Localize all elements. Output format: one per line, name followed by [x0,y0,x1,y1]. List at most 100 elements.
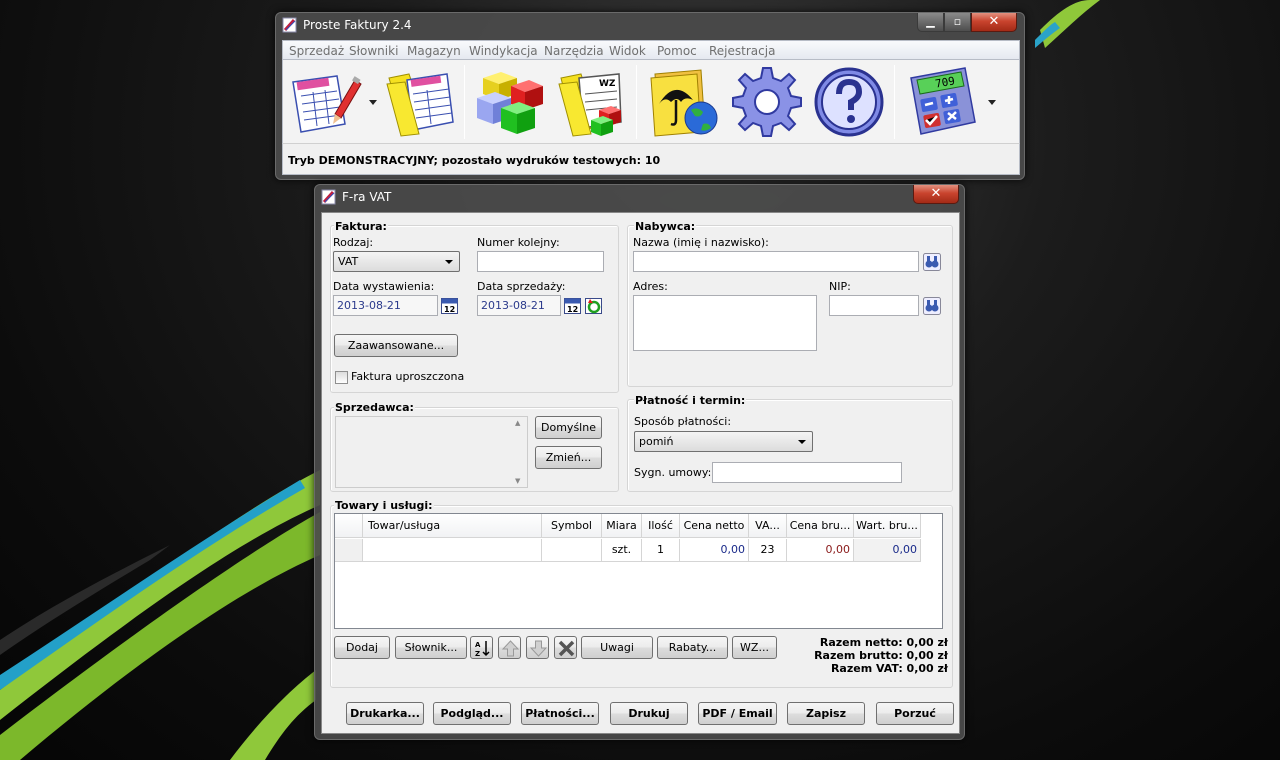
rabaty-button[interactable]: Rabaty... [657,636,728,659]
dialog-titlebar[interactable]: F-ra VAT ✕ [315,185,964,210]
scrollbar[interactable]: ▲ ▼ [511,417,527,487]
move-down-button[interactable] [526,636,549,659]
sort-button[interactable]: AZ [470,636,493,659]
help-button[interactable] [811,64,887,140]
pdf-email-button[interactable]: PDF / Email [698,702,777,725]
data-wystawienia-input[interactable]: 2013-08-21 [333,295,438,316]
data-sprzedazy-label: Data sprzedaży: [477,280,566,293]
advanced-button[interactable]: Zaawansowane... [334,334,458,357]
menu-windykacja[interactable]: Windykacja [469,44,538,58]
close-button[interactable]: ✕ [971,13,1017,32]
row-header[interactable] [335,539,363,562]
warehouse-documents-button[interactable]: WZ [553,64,629,140]
calendar-button[interactable]: 12 [564,297,581,314]
faktura-group-label: Faktura: [334,220,388,233]
sposob-platnosci-value: pomiń [639,435,674,448]
slownik-button[interactable]: Słownik... [395,636,467,659]
settings-button[interactable] [729,64,805,140]
menu-sprzedaz[interactable]: Sprzedaż [289,44,344,58]
zapisz-button[interactable]: Zapisz [787,702,865,725]
minimize-button[interactable]: ▁ [917,13,944,32]
drukarka-button[interactable]: Drukarka... [346,702,424,725]
wz-button[interactable]: WZ... [732,636,777,659]
data-sprzedazy-input[interactable]: 2013-08-21 [477,295,561,316]
col-header-cena-brutto[interactable]: Cena bru... [787,514,854,538]
nazwa-label: Nazwa (imię i nazwisko): [633,236,769,249]
demo-mode-status: Tryb DEMONSTRACYJNY; pozostało wydruków … [288,154,661,167]
scroll-down-icon: ▼ [515,477,521,485]
menu-narzedzia[interactable]: Narzędzia [544,44,604,58]
calendar-icon: 12 [564,298,581,314]
chevron-down-icon [798,440,806,444]
copy-date-button[interactable] [585,297,602,314]
invoices-list-button[interactable] [383,64,459,140]
sygn-umowy-input[interactable] [712,462,902,483]
menu-pomoc[interactable]: Pomoc [657,44,697,58]
cell-ilosc[interactable]: 1 [642,539,680,562]
uwagi-button[interactable]: Uwagi [581,636,653,659]
move-up-button[interactable] [498,636,521,659]
nip-input[interactable] [829,295,919,316]
cell-vat[interactable]: 23 [749,539,787,562]
toolbar-separator [894,65,895,139]
sposob-platnosci-select[interactable]: pomiń [634,431,813,452]
debt-collection-button[interactable] [645,64,721,140]
search-buyer-button[interactable] [923,253,941,271]
dialog-close-button[interactable]: ✕ [913,185,959,204]
main-titlebar[interactable]: Proste Faktury 2.4 ▁ ▫ ✕ [276,13,1024,38]
col-header-symbol[interactable]: Symbol [542,514,602,538]
help-question-icon [814,67,884,137]
cell-cena-netto[interactable]: 0,00 [680,539,749,562]
cell-wart-brutto[interactable]: 0,00 [854,539,921,562]
menu-rejestracja[interactable]: Rejestracja [709,44,775,58]
search-nip-button[interactable] [923,297,941,315]
menu-widok[interactable]: Widok [609,44,646,58]
calculator-button[interactable]: 709 [905,64,981,140]
platnosci-button[interactable]: Płatności... [521,702,599,725]
rodzaj-value: VAT [338,255,359,268]
col-header-wart-brutto[interactable]: Wart. bru... [854,514,921,538]
cell-towar[interactable] [363,539,542,562]
calculator-dropdown-icon[interactable] [988,100,996,105]
close-icon: ✕ [988,14,1000,29]
numer-input[interactable] [477,251,604,272]
col-header-vat[interactable]: VA... [749,514,787,538]
podglad-button[interactable]: Podgląd... [433,702,511,725]
col-header-miara[interactable]: Miara [602,514,642,538]
svg-text:WZ: WZ [599,79,616,89]
cell-cena-brutto[interactable]: 0,00 [787,539,854,562]
zmien-button[interactable]: Zmień... [535,446,602,469]
calendar-button[interactable]: 12 [441,297,458,314]
adres-textarea[interactable] [633,295,817,351]
col-header-towar[interactable]: Towar/usługa [363,514,542,538]
toolbar-separator [636,65,637,139]
warehouse-button[interactable] [471,64,547,140]
faktura-uproszczona-label: Faktura uproszczona [351,370,465,383]
drukuj-button[interactable]: Drukuj [610,702,688,725]
maximize-button[interactable]: ▫ [944,13,971,32]
items-table[interactable]: Towar/usługa Symbol Miara Ilość Cena net… [334,513,943,629]
delete-row-button[interactable] [554,636,577,659]
svg-text:A: A [475,641,481,649]
cell-miara[interactable]: szt. [602,539,642,562]
refresh-date-icon [585,298,602,314]
new-invoice-dropdown-icon[interactable] [369,100,377,105]
rodzaj-select[interactable]: VAT [333,251,460,272]
numer-label: Numer kolejny: [477,236,560,249]
menu-magazyn[interactable]: Magazyn [407,44,461,58]
chevron-down-icon [445,260,453,264]
new-invoice-button[interactable] [287,64,363,140]
col-header-ilosc[interactable]: Ilość [642,514,680,538]
porzuc-button[interactable]: Porzuć [876,702,954,725]
svg-text:Z: Z [475,650,480,658]
calendar-day: 12 [444,305,455,314]
invoice-dialog-window: F-ra VAT ✕ Faktura: Rodzaj: VAT Numer ko… [314,184,965,740]
faktura-uproszczona-checkbox[interactable] [335,371,348,384]
domyslne-button[interactable]: Domyślne [535,416,602,439]
col-header-cena-netto[interactable]: Cena netto [680,514,749,538]
menu-slowniki[interactable]: Słowniki [349,44,398,58]
dodaj-button[interactable]: Dodaj [334,636,390,659]
sprzedawca-textarea[interactable]: ▲ ▼ [335,416,528,488]
nazwa-input[interactable] [633,251,919,272]
cell-symbol[interactable] [542,539,602,562]
